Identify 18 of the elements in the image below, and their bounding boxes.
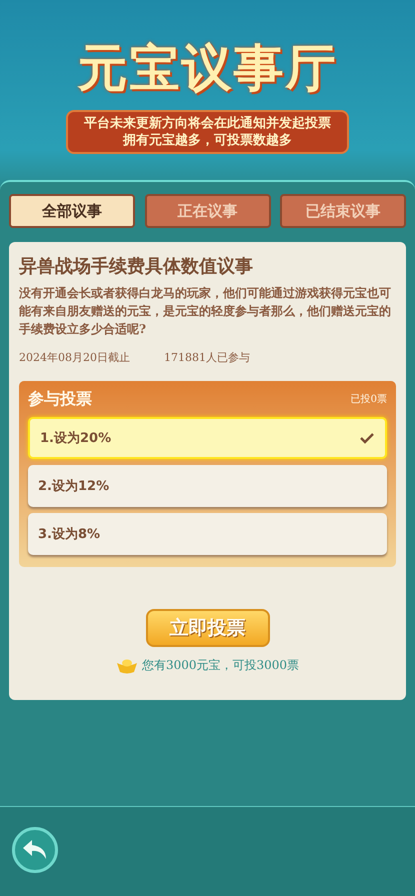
ingot-icon [116, 658, 138, 674]
vote-option[interactable]: 3.设为8% [28, 513, 387, 555]
filter-tab[interactable]: 全部议事 [9, 194, 135, 228]
back-arrow-icon [22, 839, 48, 861]
notice-text: 平台未来更新方向将会在此通知并发起投票 [84, 115, 331, 132]
balance-text: 您有3000元宝，可投3000票 [142, 657, 300, 674]
votes-cast: 已投0票 [350, 392, 387, 406]
back-button[interactable] [12, 827, 58, 873]
participants-count: 171881人已参与 [164, 350, 250, 365]
vote-option[interactable]: 2.设为12% [28, 465, 387, 507]
page-title: 元宝议事厅 [78, 38, 338, 98]
vote-option[interactable]: 1.设为20% [28, 417, 387, 459]
check-icon [359, 430, 375, 446]
deadline-text: 2024年08月20日截止 [19, 350, 130, 365]
notice-text: 拥有元宝越多，可投票数越多 [123, 132, 292, 149]
proposal-description: 没有开通会长或者获得白龙马的玩家，他们可能通过游戏获得元宝也可能有来自朋友赠送的元宝，是元宝的轻度参与者那么，他们赠送元宝的手续费设立多少合适呢? [19, 285, 392, 338]
proposal-title: 异兽战场手续费具体数值议事 [19, 255, 254, 278]
vote-heading: 参与投票 [28, 388, 92, 410]
